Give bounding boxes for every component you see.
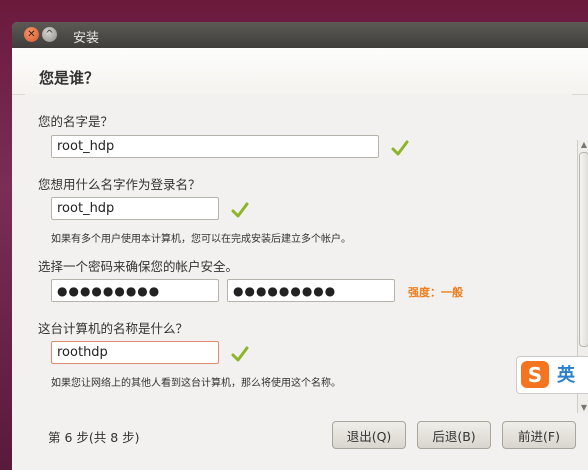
computer-name-label: 这台计算机的名称是什么？: [38, 321, 189, 336]
close-button[interactable]: ✕: [24, 27, 39, 42]
password-field[interactable]: ●●●●●●●●●: [51, 279, 219, 302]
scroll-down-icon[interactable]: ▼: [578, 403, 588, 413]
login-label: 您想用什么名字作为登录名？: [38, 177, 201, 192]
scroll-up-icon[interactable]: ▲: [578, 140, 588, 150]
name-valid-check-icon: [391, 140, 409, 156]
password-strength: 强度：一般: [408, 286, 463, 299]
sogou-logo-icon: S: [521, 361, 549, 388]
scroll-thumb[interactable]: [579, 152, 588, 347]
login-valid-check-icon: [231, 202, 249, 218]
quit-button[interactable]: 退出(Q): [332, 421, 406, 449]
password-label: 选择一个密码来确保您的帐户安全。: [38, 259, 239, 274]
login-field[interactable]: root_hdp: [51, 197, 219, 220]
page-header: 您是谁？: [12, 48, 588, 95]
back-button[interactable]: 后退(B): [417, 421, 491, 449]
page-title: 您是谁？: [39, 69, 100, 87]
chevron-up-icon: ^: [45, 28, 54, 40]
computer-name-valid-check-icon: [231, 346, 249, 362]
ime-mode-indicator[interactable]: 英: [557, 361, 575, 387]
computer-name-field[interactable]: roothdp: [51, 341, 219, 364]
minimize-button[interactable]: ^: [42, 27, 57, 42]
login-hint: 如果有多个用户使用本计算机，您可以在完成安装后建立多个帐户。: [51, 234, 351, 245]
close-icon: ✕: [27, 28, 36, 40]
ime-toolbar[interactable]: S 英: [516, 356, 588, 394]
window-title: 安装: [73, 31, 100, 46]
computer-name-hint: 如果您让网络上的其他人看到这台计算机，那么将使用这个名称。: [51, 378, 341, 389]
name-label: 您的名字是？: [38, 114, 114, 129]
title-bar: ✕ ^ 安装: [12, 22, 588, 48]
step-indicator: 第 6 步(共 8 步): [48, 430, 140, 445]
name-field[interactable]: root_hdp: [51, 135, 379, 158]
password-confirm-field[interactable]: ●●●●●●●●●: [227, 279, 395, 302]
installer-window: ✕ ^ 安装 您是谁？ ▲ ▼: [12, 22, 588, 470]
forward-button[interactable]: 前进(F): [502, 421, 576, 449]
